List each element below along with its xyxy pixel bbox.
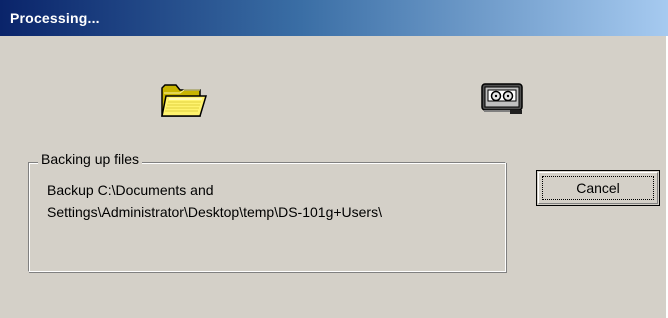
processing-dialog: Processing... Backing up files Backup C:… xyxy=(0,0,668,318)
cancel-button-label: Cancel xyxy=(576,180,620,196)
cancel-button[interactable]: Cancel xyxy=(536,170,660,206)
backup-status-text: Backup C:\Documents and Settings\Adminis… xyxy=(47,179,494,223)
folder-icon xyxy=(160,80,208,120)
group-box-label: Backing up files xyxy=(38,151,143,167)
status-line-1: Backup C:\Documents and xyxy=(47,182,214,198)
window-title: Processing... xyxy=(10,10,100,26)
title-bar[interactable]: Processing... xyxy=(0,0,668,36)
tape-drive-icon xyxy=(480,80,526,118)
status-line-2: Settings\Administrator\Desktop\temp\DS-1… xyxy=(47,204,382,220)
